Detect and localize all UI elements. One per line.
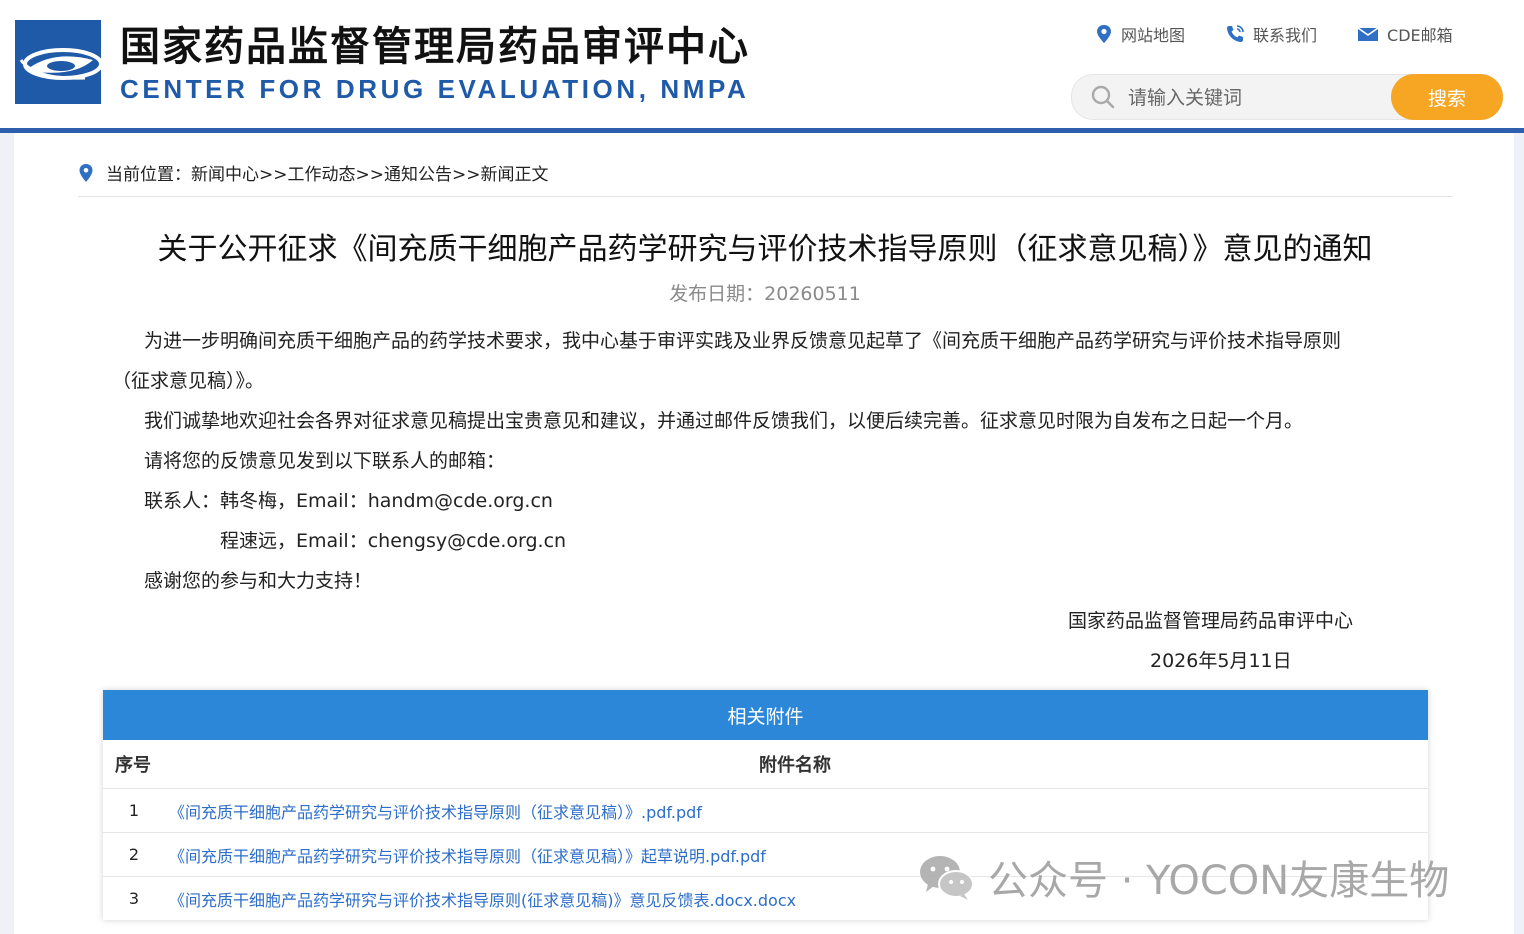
thanks-text: 感谢您的参与和大力支持！ — [144, 570, 373, 592]
signature-date: 2026年5月11日 — [1150, 650, 1292, 672]
site-title: 国家药品监督管理局药品审评中心 — [120, 24, 750, 70]
attachments-title: 相关附件 — [103, 690, 1428, 740]
location-pin-icon — [1097, 25, 1111, 43]
site-map-link[interactable]: 网站地图 — [1095, 22, 1185, 46]
mail-icon — [1357, 27, 1379, 41]
attachment-link[interactable]: 《间充质干细胞产品药学研究与评价技术指导原则（征求意见稿）》.pdf.pdf — [169, 789, 702, 832]
signature: 国家药品监督管理局药品审评中心 — [1068, 610, 1354, 632]
col-index-header: 序号 — [115, 755, 151, 776]
cde-mail-link[interactable]: CDE邮箱 — [1357, 22, 1453, 46]
contact-1: 联系人：韩冬梅，Email：handm@cde.org.cn — [144, 490, 553, 512]
article-title: 关于公开征求《间充质干细胞产品药学研究与评价技术指导原则（征求意见稿）》意见的通… — [157, 232, 1373, 267]
site-header: 国家药品监督管理局药品审评中心 CENTER FOR DRUG EVALUATI… — [0, 0, 1524, 130]
phone-icon — [1227, 25, 1244, 42]
search-input[interactable] — [1126, 83, 1390, 113]
contact-2: 程速远，Email：chengsy@cde.org.cn — [220, 530, 567, 552]
breadcrumb: 当前位置： 新闻中心>>工作动态>>通知公告>>新闻正文 — [78, 160, 548, 185]
header-divider-bar — [0, 128, 1524, 133]
row-index: 2 — [128, 845, 140, 864]
row-index: 1 — [128, 801, 140, 820]
contact-us-link[interactable]: 联系我们 — [1225, 22, 1317, 46]
col-name-header: 附件名称 — [759, 755, 831, 776]
attachment-link[interactable]: 《间充质干细胞产品药学研究与评价技术指导原则（征求意见稿）》起草说明.pdf.p… — [169, 833, 766, 876]
table-row: 1 《间充质干细胞产品药学研究与评价技术指导原则（征求意见稿）》.pdf.pdf — [103, 789, 1428, 833]
watermark-text: 公众号 · YOCON友康生物 — [988, 858, 1450, 904]
paragraph-1-continued: （征求意见稿）》。 — [112, 370, 265, 392]
location-pin-icon — [79, 163, 93, 182]
site-subtitle: CENTER FOR DRUG EVALUATION, NMPA — [120, 74, 750, 104]
attachments-header-row: 序号 附件名称 — [103, 740, 1428, 789]
paragraph-2: 我们诚挚地欢迎社会各界对征求意见稿提出宝贵意见和建议，并通过邮件反馈我们，以便后… — [144, 410, 1304, 432]
publish-date: 发布日期：20260511 — [669, 283, 861, 305]
breadcrumb-label: 当前位置： — [106, 165, 191, 185]
breadcrumb-path[interactable]: 新闻中心>>工作动态>>通知公告>>新闻正文 — [191, 160, 548, 185]
attachment-link[interactable]: 《间充质干细胞产品药学研究与评价技术指导原则(征求意见稿)》意见反馈表.docx… — [169, 877, 796, 920]
search-button[interactable]: 搜索 — [1391, 74, 1503, 120]
breadcrumb-divider — [78, 196, 1453, 197]
cde-logo[interactable] — [15, 20, 103, 104]
row-index: 3 — [128, 889, 140, 908]
cde-mail-label: CDE邮箱 — [1387, 26, 1453, 45]
search-box: 搜索 — [1071, 74, 1503, 120]
paragraph-1: 为进一步明确间充质干细胞产品的药学技术要求，我中心基于审评实践及业界反馈意见起草… — [144, 330, 1342, 352]
contact-us-label: 联系我们 — [1253, 26, 1318, 45]
paragraph-3: 请将您的反馈意见发到以下联系人的邮箱： — [144, 450, 506, 472]
search-icon — [1091, 85, 1115, 109]
watermark: 公众号 · YOCON友康生物 — [918, 848, 1449, 906]
top-links: 网站地图 联系我们 CDE邮箱 — [1095, 22, 1453, 46]
site-map-label: 网站地图 — [1121, 26, 1186, 45]
wechat-icon — [920, 856, 974, 900]
